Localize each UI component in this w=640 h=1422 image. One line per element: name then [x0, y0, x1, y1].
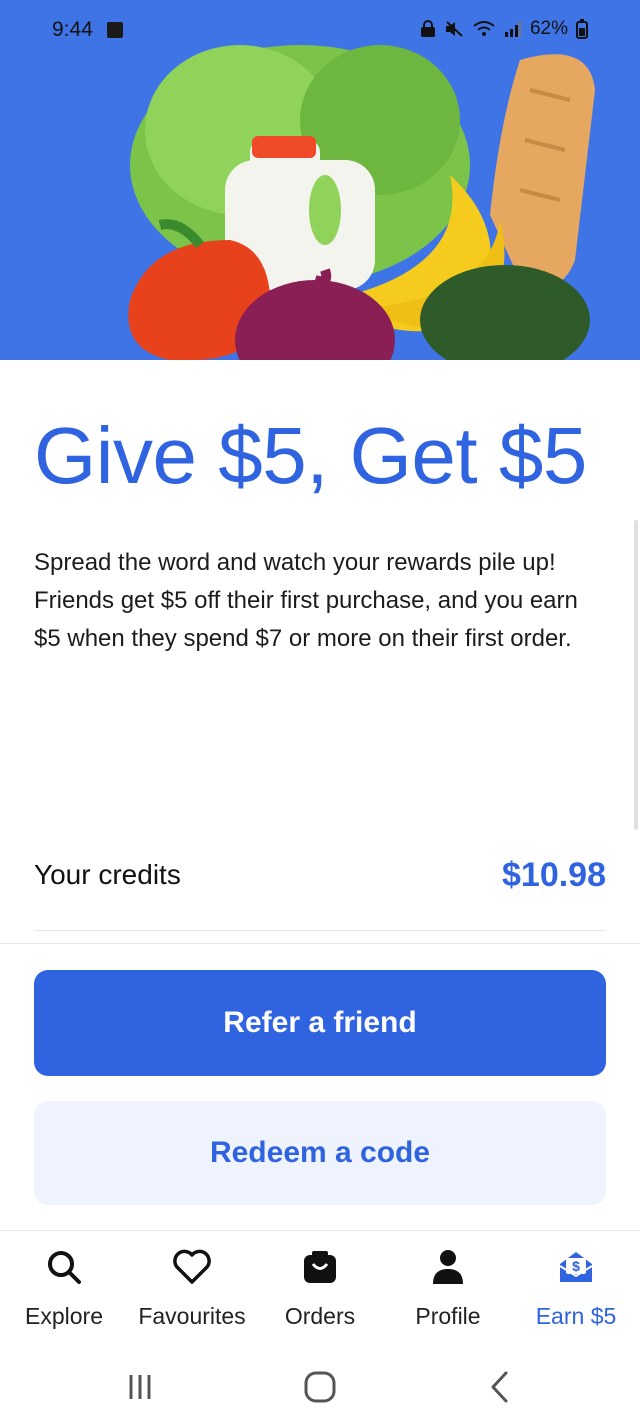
nav-label: Favourites	[138, 1303, 246, 1329]
recent-apps-icon	[129, 1375, 151, 1399]
promo-section: Give $5, Get $5 Spread the word and watc…	[34, 408, 606, 658]
person-icon	[428, 1247, 468, 1287]
nav-item-favourites[interactable]: Favourites	[128, 1231, 256, 1349]
nav-item-earn[interactable]: $ Earn $5	[512, 1231, 640, 1349]
status-time: 9:44	[52, 18, 93, 41]
recent-apps-button[interactable]	[110, 1362, 170, 1412]
credits-label: Your credits	[34, 859, 181, 890]
divider	[34, 930, 606, 931]
bag-icon	[300, 1247, 340, 1287]
wifi-icon	[472, 20, 496, 38]
notification-icon	[107, 22, 123, 38]
back-button[interactable]	[470, 1362, 530, 1412]
home-icon	[304, 1371, 336, 1403]
lock-icon	[420, 20, 436, 38]
battery-text: 62%	[529, 18, 568, 39]
credits-row: Your credits $10.98	[34, 852, 606, 898]
svg-text:$: $	[572, 1258, 580, 1274]
mute-icon	[444, 20, 464, 38]
refer-friend-button[interactable]: Refer a friend	[34, 970, 606, 1076]
nav-label: Profile	[415, 1303, 481, 1329]
divider	[0, 943, 640, 944]
nav-item-profile[interactable]: Profile	[384, 1231, 512, 1349]
search-icon	[44, 1247, 84, 1287]
bottom-nav: Explore Favourites Orders Profile $ Earn…	[0, 1230, 640, 1349]
credits-value: $10.98	[502, 855, 606, 894]
heart-icon	[172, 1247, 212, 1287]
nav-label: Earn $5	[535, 1303, 617, 1329]
page-title: Give $5, Get $5	[34, 411, 587, 500]
redeem-code-button[interactable]: Redeem a code	[34, 1101, 606, 1205]
nav-item-orders[interactable]: Orders	[256, 1231, 384, 1349]
nav-label: Explore	[25, 1303, 103, 1329]
signal-icon	[504, 20, 522, 38]
nav-label: Orders	[284, 1303, 356, 1329]
home-button[interactable]	[290, 1362, 350, 1412]
system-nav-bar	[0, 1348, 640, 1422]
promo-description: Spread the word and watch your rewards p…	[34, 549, 578, 652]
status-bar: 9:44 62%	[0, 0, 640, 64]
back-icon	[491, 1371, 508, 1403]
gift-dollar-icon: $	[556, 1247, 596, 1287]
scrollbar[interactable]	[634, 520, 638, 830]
nav-item-explore[interactable]: Explore	[0, 1231, 128, 1349]
battery-icon	[576, 19, 588, 39]
